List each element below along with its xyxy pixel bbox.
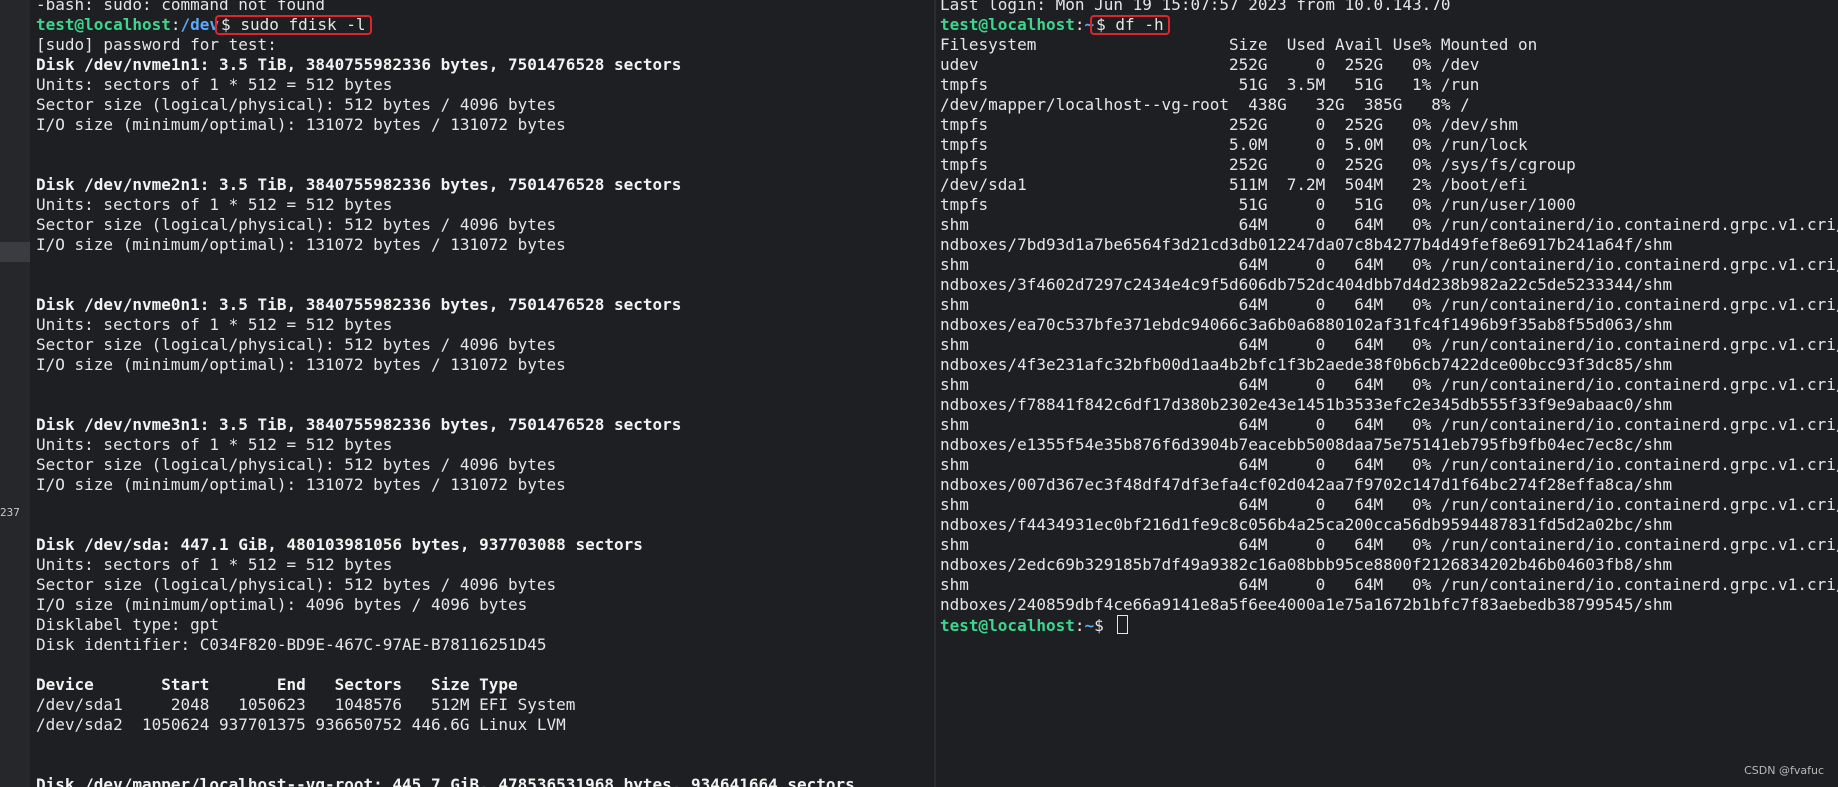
output-line: /dev/sda1 511M 7.2M 504M 2% /boot/efi [940,175,1528,194]
output-line: Units: sectors of 1 * 512 = 512 bytes [36,315,393,334]
output-line: Last login: Mon Jun 19 15:07:57 2023 fro… [940,0,1451,14]
output-line: Units: sectors of 1 * 512 = 512 bytes [36,555,393,574]
shell-prompt: test@localhost:/dev $ sudo fdisk -l [36,15,855,35]
output-line: Device Start End Sectors Size Type [36,675,518,694]
terminal-cursor[interactable] [1117,615,1129,634]
gutter-line-highlight [0,242,30,262]
output-line: ndboxes/4f3e231afc32bfb00d1aa4b2bfc1f3b2… [940,355,1673,374]
prompt-separator: : [1074,15,1085,34]
output-line: ndboxes/ea70c537bfe371ebdc94066c3a6b0a68… [940,315,1673,334]
prompt-separator: : [1074,616,1085,635]
output-line: -bash: sudo: command not found [36,0,325,14]
output-line: ndboxes/7bd93d1a7be6564f3d21cd3db012247d… [940,235,1673,254]
output-line: tmpfs 252G 0 252G 0% /sys/fs/cgroup [940,155,1576,174]
output-line: shm 64M 0 64M 0% /run/containerd/io.cont… [940,455,1838,474]
output-line: Disk /dev/nvme3n1: 3.5 TiB, 384075598233… [36,415,682,434]
output-line: I/O size (minimum/optimal): 131072 bytes… [36,115,566,134]
output-line: ndboxes/3f4602d7297c2434e4c9f5d606db752d… [940,275,1673,294]
output-line: Units: sectors of 1 * 512 = 512 bytes [36,75,393,94]
output-line: /dev/sda1 2048 1050623 1048576 512M EFI … [36,695,576,714]
prompt-path: ~ [1084,616,1095,635]
prompt-user-host: test@localhost [36,15,171,34]
output-line: shm 64M 0 64M 0% /run/containerd/io.cont… [940,415,1838,434]
output-line: Disk /dev/nvme0n1: 3.5 TiB, 384075598233… [36,295,682,314]
output-line: udev 252G 0 252G 0% /dev [940,55,1480,74]
output-line: shm 64M 0 64M 0% /run/containerd/io.cont… [940,495,1838,514]
output-line: Disk identifier: C034F820-BD9E-467C-97AE… [36,635,547,654]
output-line: ndboxes/f78841f842c6df17d380b2302e43e145… [940,395,1673,414]
output-line: tmpfs 252G 0 252G 0% /dev/shm [940,115,1518,134]
output-line: Units: sectors of 1 * 512 = 512 bytes [36,195,393,214]
output-line: ndboxes/007d367ec3f48df47df3efa4cf02d042… [940,475,1673,494]
output-line: I/O size (minimum/optimal): 131072 bytes… [36,355,566,374]
output-line: Disklabel type: gpt [36,615,220,634]
output-line: I/O size (minimum/optimal): 131072 bytes… [36,235,566,254]
output-line: /dev/sda2 1050624 937701375 936650752 44… [36,715,566,734]
output-line: I/O size (minimum/optimal): 131072 bytes… [36,475,566,494]
output-line: ndboxes/e1355f54e35b876f6d3904b7eacebb50… [940,435,1673,454]
output-line: Sector size (logical/physical): 512 byte… [36,95,557,114]
output-line: shm 64M 0 64M 0% /run/containerd/io.cont… [940,215,1838,234]
watermark: CSDN @fvafuc [1744,764,1824,777]
output-line: shm 64M 0 64M 0% /run/containerd/io.cont… [940,335,1838,354]
terminal-output: -bash: sudo: command not found test@local… [36,0,855,787]
output-line: ndboxes/f4434931ec0bf216d1fe9c8c056b4a25… [940,515,1673,534]
gutter-line-number: 237 [0,506,20,519]
prompt-dollar: $ [221,15,231,34]
output-line: Disk /dev/sda: 447.1 GiB, 480103981056 b… [36,535,643,554]
output-line: I/O size (minimum/optimal): 4096 bytes /… [36,595,528,614]
output-line: shm 64M 0 64M 0% /run/containerd/io.cont… [940,575,1838,594]
output-line: ndboxes/2edc69b329185b7df49a9382c16a08bb… [940,555,1673,574]
editor-gutter: 237 [0,0,30,787]
output-line: Disk /dev/mapper/localhost--vg-root: 445… [36,775,855,787]
prompt-dollar: $ [1096,15,1106,34]
output-line: shm 64M 0 64M 0% /run/containerd/io.cont… [940,375,1838,394]
shell-prompt: test@localhost:~$ [940,615,1838,635]
prompt-user-host: test@localhost [940,15,1075,34]
output-line: ndboxes/240859dbf4ce66a9141e8a5f6ee4000a… [940,595,1673,614]
output-line: Disk /dev/nvme2n1: 3.5 TiB, 384075598233… [36,175,682,194]
output-line: shm 64M 0 64M 0% /run/containerd/io.cont… [940,295,1838,314]
output-line: Units: sectors of 1 * 512 = 512 bytes [36,435,393,454]
output-line: shm 64M 0 64M 0% /run/containerd/io.cont… [940,255,1838,274]
output-line: /dev/mapper/localhost--vg-root 438G 32G … [940,95,1470,114]
terminal-pane-left[interactable]: -bash: sudo: command not found test@local… [30,0,934,787]
terminal-output: Last login: Mon Jun 19 15:07:57 2023 fro… [940,0,1838,635]
output-line: [sudo] password for test: [36,35,277,54]
highlighted-command: $ sudo fdisk -l [215,15,372,35]
shell-prompt: test@localhost:~ $ df -h [940,15,1838,35]
output-line: Sector size (logical/physical): 512 byte… [36,335,557,354]
output-line: tmpfs 51G 3.5M 51G 1% /run [940,75,1480,94]
prompt-path: /dev [180,15,220,34]
prompt-separator: : [170,15,181,34]
output-line: Sector size (logical/physical): 512 byte… [36,455,557,474]
output-line: Sector size (logical/physical): 512 byte… [36,215,557,234]
prompt-dollar: $ [1094,616,1104,635]
output-line: Disk /dev/nvme1n1: 3.5 TiB, 384075598233… [36,55,682,74]
command-text: sudo fdisk -l [240,15,366,34]
command-text: df -h [1115,15,1164,34]
output-line: Sector size (logical/physical): 512 byte… [36,575,557,594]
highlighted-command: $ df -h [1090,15,1170,35]
output-line: tmpfs 5.0M 0 5.0M 0% /run/lock [940,135,1528,154]
output-line: Filesystem Size Used Avail Use% Mounted … [940,35,1538,54]
output-line: shm 64M 0 64M 0% /run/containerd/io.cont… [940,535,1838,554]
output-line: tmpfs 51G 0 51G 0% /run/user/1000 [940,195,1576,214]
prompt-user-host: test@localhost [940,616,1075,635]
terminal-pane-right[interactable]: Last login: Mon Jun 19 15:07:57 2023 fro… [936,0,1838,787]
